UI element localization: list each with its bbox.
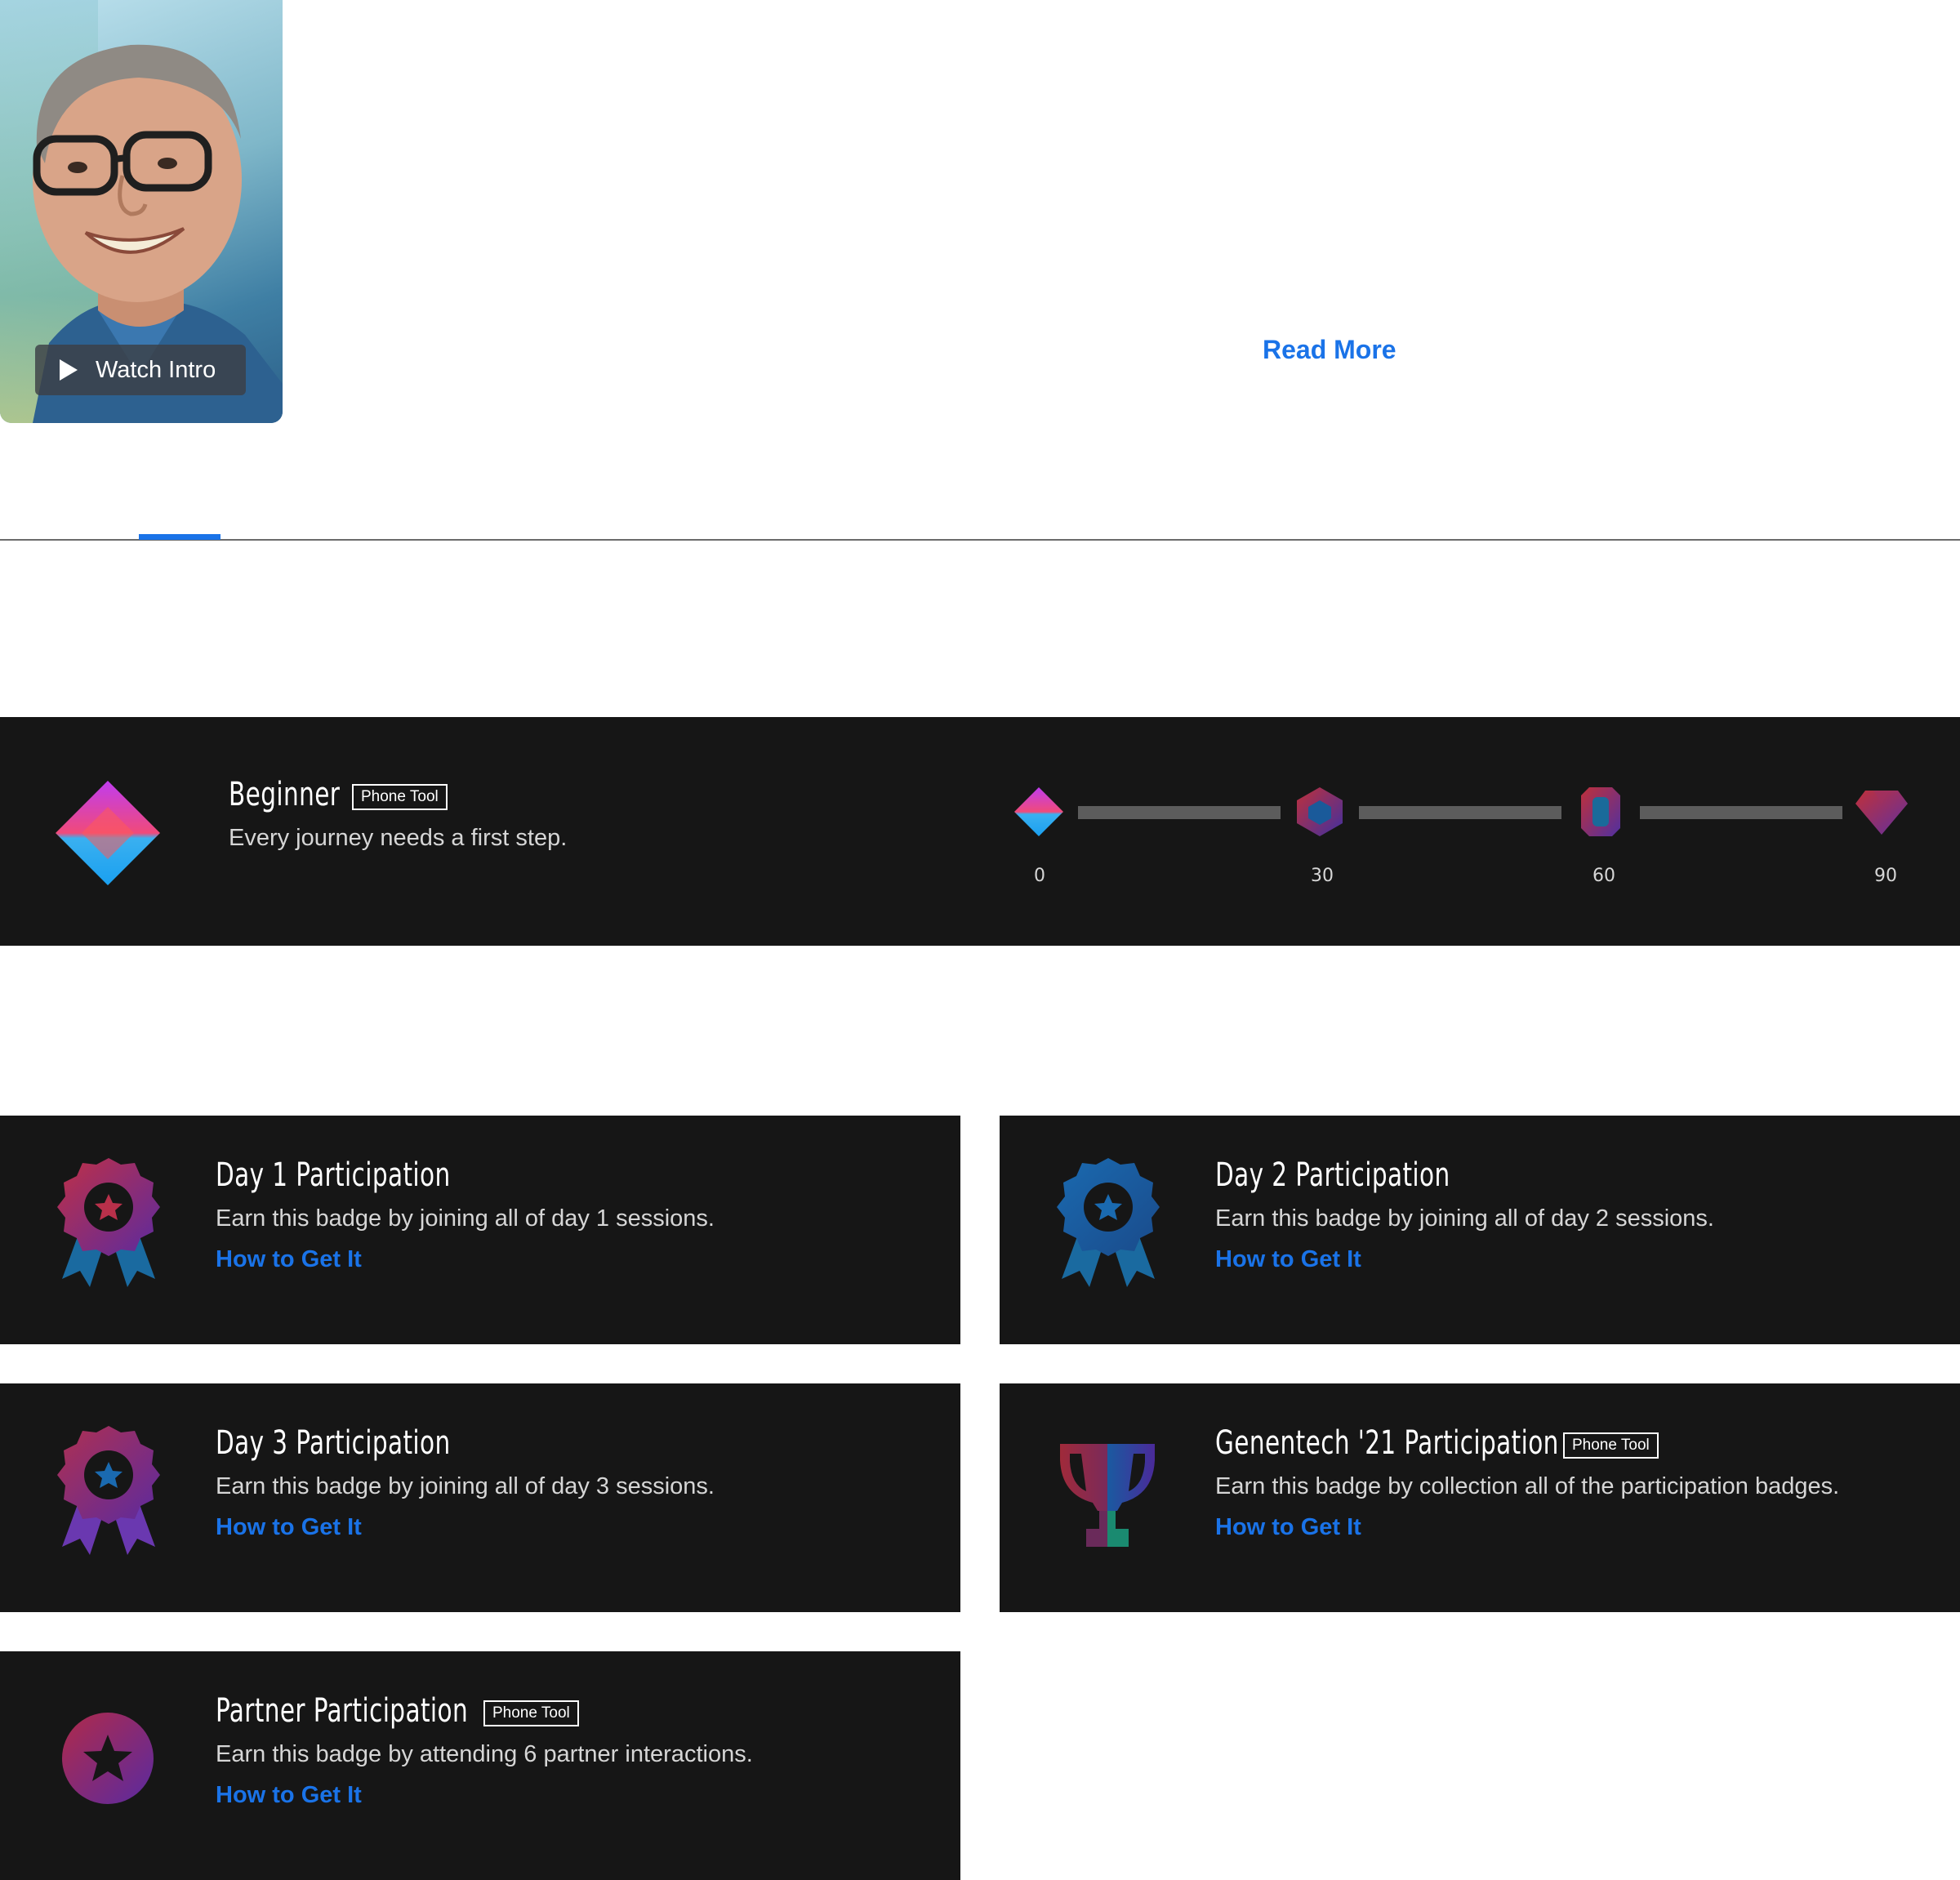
level-title: Beginner (229, 776, 341, 813)
star-circle-icon (62, 1713, 154, 1804)
track-segment-2 (1359, 806, 1561, 819)
milestone-label-90: 90 (1874, 866, 1897, 886)
badge-description: Earn this badge by joining all of day 1 … (216, 1205, 715, 1232)
milestone-label-0: 0 (1034, 866, 1045, 886)
how-to-get-it-link[interactable]: How to Get It (1215, 1246, 1361, 1273)
badge-card-partner: Partner Participation Phone Tool Earn th… (0, 1651, 960, 1880)
track-segment-3 (1640, 806, 1842, 819)
badge-title: Day 3 Participation (216, 1424, 451, 1462)
trophy-icon (1060, 1444, 1155, 1547)
badge-title: Day 2 Participation (1215, 1156, 1450, 1194)
watch-intro-label: Watch Intro (96, 356, 216, 383)
watch-intro-button[interactable]: Watch Intro (35, 345, 246, 395)
ribbon-award-icon (57, 1426, 160, 1555)
how-to-get-it-link[interactable]: How to Get It (1215, 1514, 1361, 1541)
badge-description: Earn this badge by collection all of the… (1215, 1473, 1840, 1499)
badge-card-day-1: Day 1 Participation Earn this badge by j… (0, 1116, 960, 1344)
play-icon (60, 359, 78, 381)
diamond-level-icon (56, 781, 160, 885)
how-to-get-it-link[interactable]: How to Get It (216, 1514, 362, 1541)
badge-description: Earn this badge by attending 6 partner i… (216, 1741, 753, 1767)
milestone-label-60: 60 (1592, 866, 1615, 886)
badge-phone-tool-pill: Phone Tool (483, 1700, 579, 1726)
level-title-row: Beginner (229, 776, 340, 813)
badge-title: Genentech '21 Participation (1215, 1424, 1559, 1462)
profile-card: Watch Intro (0, 0, 283, 423)
ribbon-award-icon (1057, 1158, 1160, 1287)
how-to-get-it-link[interactable]: How to Get It (216, 1782, 362, 1809)
badge-description: Earn this badge by joining all of day 3 … (216, 1473, 715, 1499)
badge-title: Partner Participation (216, 1692, 469, 1730)
milestone-30-icon (1297, 787, 1343, 836)
badge-card-day-3: Day 3 Participation Earn this badge by j… (0, 1383, 960, 1612)
how-to-get-it-link[interactable]: How to Get It (216, 1246, 362, 1273)
read-more-link[interactable]: Read More (1263, 335, 1396, 365)
level-description: Every journey needs a first step. (229, 825, 568, 851)
milestone-0-icon (1014, 787, 1063, 836)
badge-description: Earn this badge by joining all of day 2 … (1215, 1205, 1714, 1232)
tab-divider (0, 539, 1960, 541)
badge-phone-tool-pill: Phone Tool (1563, 1432, 1659, 1459)
badge-title: Day 1 Participation (216, 1156, 451, 1194)
active-tab-indicator[interactable] (139, 534, 220, 540)
milestone-label-30: 30 (1311, 866, 1334, 886)
track-segment-1 (1078, 806, 1281, 819)
badge-card-genentech-21: Genentech '21 Participation Phone Tool E… (1000, 1383, 1960, 1612)
milestone-60-icon (1581, 787, 1620, 836)
badge-card-day-2: Day 2 Participation Earn this badge by j… (1000, 1116, 1960, 1344)
ribbon-award-icon (57, 1158, 160, 1287)
level-phone-tool-pill: Phone Tool (352, 784, 448, 810)
level-panel: Beginner Phone Tool Every journey needs … (0, 717, 1960, 946)
milestone-90-icon (1855, 791, 1908, 835)
